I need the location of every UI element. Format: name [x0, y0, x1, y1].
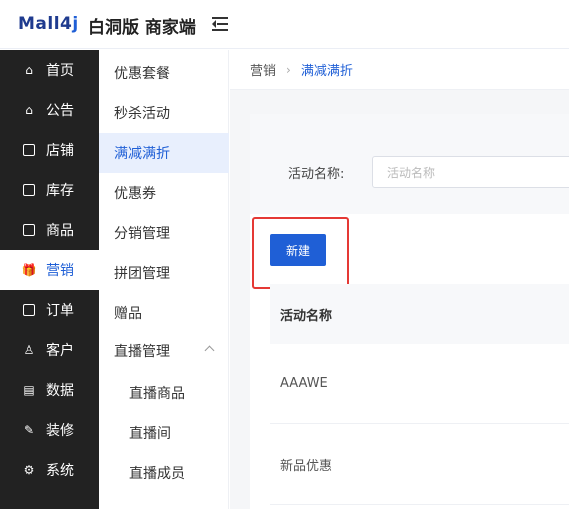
sidebar-item-home[interactable]: ⌂ 首页 [0, 50, 99, 90]
submenu-item-label: 直播成员 [129, 466, 185, 482]
sidebar-item-label: 系统 [46, 463, 74, 479]
primary-sidebar: ⌂ 首页 ⌂ 公告 店铺 库存 商品 🎁 营销 订单 ♙ 客户 ▤ 数据 ✎ 装… [0, 50, 99, 509]
sidebar-item-customers[interactable]: ♙ 客户 [0, 330, 99, 370]
settings-icon: ⚙ [23, 463, 35, 477]
breadcrumb-separator-icon: › [286, 62, 291, 77]
goods-icon [22, 223, 36, 237]
table-header: 活动名称 [270, 284, 569, 344]
submenu-item-package[interactable]: 优惠套餐 [99, 53, 229, 93]
sidebar-item-label: 商品 [46, 223, 74, 239]
submenu-item-label: 秒杀活动 [114, 106, 170, 122]
sidebar-item-label: 首页 [46, 63, 74, 79]
chevron-up-icon [204, 345, 215, 356]
stock-icon [22, 183, 36, 197]
sidebar-item-data[interactable]: ▤ 数据 [0, 370, 99, 410]
shop-icon [22, 143, 36, 157]
data-icon: ▤ [23, 383, 35, 397]
submenu-item-live-room[interactable]: 直播间 [99, 413, 229, 453]
submenu-item-distribution[interactable]: 分销管理 [99, 213, 229, 253]
column-header-activity-name: 活动名称 [280, 308, 333, 324]
submenu-item-label: 直播间 [129, 426, 171, 442]
sidebar-item-marketing[interactable]: 🎁 营销 [0, 250, 99, 290]
new-button[interactable]: 新建 [270, 234, 326, 266]
submenu-item-label: 拼团管理 [114, 266, 170, 282]
submenu-item-live-goods[interactable]: 直播商品 [99, 373, 229, 413]
sidebar-item-system[interactable]: ⚙ 系统 [0, 450, 99, 490]
main-content: 营销 › 满减满折 活动名称: 活动名称 新建 活动名称 AAAWE 新品优惠 [230, 50, 569, 509]
breadcrumb-parent[interactable]: 营销 [250, 60, 276, 79]
sidebar-item-shop[interactable]: 店铺 [0, 130, 99, 170]
content-card: 活动名称: 活动名称 新建 活动名称 AAAWE 新品优惠 [250, 114, 569, 509]
submenu-item-label: 直播商品 [129, 386, 185, 402]
submenu-item-discount[interactable]: 满减满折 [99, 133, 229, 173]
activity-name-input[interactable]: 活动名称 [372, 156, 569, 188]
submenu-sidebar: 优惠套餐 秒杀活动 满减满折 优惠券 分销管理 拼团管理 赠品 直播管理 直播商… [99, 50, 229, 509]
gift-icon: 🎁 [21, 263, 37, 277]
table-cell-activity-name: 新品优惠 [280, 459, 333, 474]
logo-text: Mall4 [18, 14, 73, 34]
user-icon: ♙ [23, 343, 35, 357]
breadcrumb-current: 满减满折 [300, 64, 353, 79]
sidebar-item-stock[interactable]: 库存 [0, 170, 99, 210]
order-icon [22, 303, 36, 317]
notice-icon: ⌂ [25, 103, 33, 117]
submenu-item-groupbuy[interactable]: 拼团管理 [99, 253, 229, 293]
submenu-item-label: 优惠券 [114, 186, 156, 202]
submenu-item-seckill[interactable]: 秒杀活动 [99, 93, 229, 133]
sidebar-item-goods[interactable]: 商品 [0, 210, 99, 250]
table-row[interactable]: AAAWE [270, 344, 569, 424]
submenu-item-live[interactable]: 直播管理 [99, 331, 229, 371]
table-cell-activity-name: AAAWE [280, 376, 328, 391]
submenu-item-label: 直播管理 [114, 344, 170, 360]
home-icon: ⌂ [25, 63, 33, 77]
sidebar-item-notice[interactable]: ⌂ 公告 [0, 90, 99, 130]
search-form: 活动名称: 活动名称 [250, 114, 569, 214]
search-label: 活动名称: [288, 167, 345, 182]
submenu-item-label: 赠品 [114, 306, 142, 322]
top-bar: Mall4j 白洞版 商家端 [0, 0, 569, 49]
sidebar-item-label: 数据 [46, 383, 74, 399]
breadcrumb: 营销 › 满减满折 [230, 50, 569, 90]
sidebar-item-label: 店铺 [46, 143, 74, 159]
submenu-item-coupon[interactable]: 优惠券 [99, 173, 229, 213]
decorate-icon: ✎ [23, 423, 35, 437]
sidebar-item-label: 营销 [46, 263, 74, 279]
menu-collapse-icon[interactable] [212, 16, 228, 32]
table-row[interactable]: 新品优惠 [270, 425, 569, 505]
brand-title: 白洞版 商家端 [88, 18, 196, 38]
submenu-item-label: 优惠套餐 [114, 66, 170, 82]
search-placeholder: 活动名称 [387, 165, 436, 180]
sidebar-item-orders[interactable]: 订单 [0, 290, 99, 330]
sidebar-item-label: 公告 [46, 103, 74, 119]
sidebar-item-label: 客户 [46, 343, 74, 359]
submenu-item-label: 满减满折 [114, 146, 170, 162]
submenu-item-gift[interactable]: 赠品 [99, 293, 229, 333]
logo[interactable]: Mall4j [18, 14, 79, 34]
submenu-item-label: 分销管理 [114, 226, 170, 242]
sidebar-item-decorate[interactable]: ✎ 装修 [0, 410, 99, 450]
sidebar-item-label: 库存 [46, 183, 74, 199]
logo-suffix: j [72, 14, 79, 34]
sidebar-item-label: 装修 [46, 423, 74, 439]
submenu-item-live-members[interactable]: 直播成员 [99, 453, 229, 493]
sidebar-item-label: 订单 [46, 303, 74, 319]
